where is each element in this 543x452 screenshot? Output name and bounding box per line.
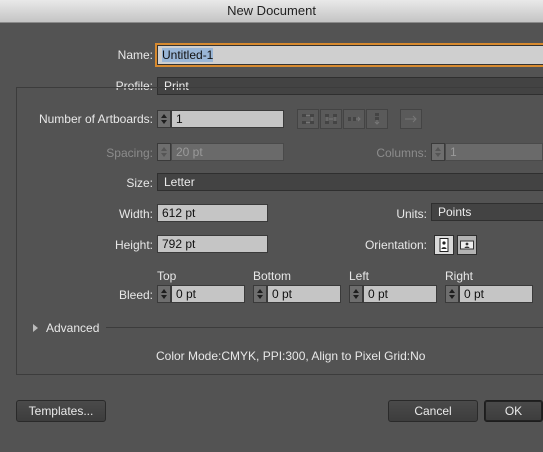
units-label: Units: (396, 207, 427, 221)
bleed-right-stepper[interactable] (445, 285, 459, 303)
name-input[interactable]: Untitled-1 (157, 45, 543, 65)
advanced-disclosure-icon[interactable] (33, 324, 38, 332)
advanced-label[interactable]: Advanced (46, 321, 99, 335)
height-input[interactable]: 792 pt (157, 235, 268, 253)
window-titlebar: New Document (0, 0, 543, 23)
bleed-left-stepper[interactable] (349, 285, 363, 303)
columns-input[interactable]: 1 (445, 143, 543, 161)
artboards-input[interactable]: 1 (171, 110, 284, 128)
width-input[interactable]: 612 pt (157, 204, 268, 222)
portrait-orientation-icon[interactable] (434, 235, 454, 255)
templates-button[interactable]: Templates... (16, 400, 106, 422)
advanced-separator (106, 327, 543, 328)
bleed-left-label: Left (349, 269, 370, 283)
artboards-stepper[interactable] (157, 110, 171, 128)
size-label: Size: (126, 176, 153, 190)
units-dropdown[interactable]: Points (431, 203, 543, 221)
ok-button[interactable]: OK (484, 400, 543, 422)
bleed-right-input[interactable]: 0 pt (459, 285, 533, 303)
bleed-right-label: Right (445, 269, 474, 283)
bleed-bottom-input[interactable]: 0 pt (267, 285, 341, 303)
spacing-input[interactable]: 20 pt (171, 143, 284, 161)
spacing-label: Spacing: (106, 146, 153, 160)
height-label: Height: (114, 238, 153, 252)
spacing-stepper[interactable] (157, 143, 171, 161)
artboards-label: Number of Artboards: (38, 112, 153, 126)
arrange-by-column-icon[interactable] (366, 109, 388, 129)
columns-label: Columns: (376, 146, 427, 160)
document-summary: Color Mode:CMYK, PPI:300, Align to Pixel… (156, 349, 426, 363)
bleed-top-label: Top (157, 269, 177, 283)
bleed-top-input[interactable]: 0 pt (171, 285, 245, 303)
cancel-button[interactable]: Cancel (388, 400, 478, 422)
bleed-left-input[interactable]: 0 pt (363, 285, 437, 303)
landscape-orientation-icon[interactable] (457, 235, 477, 255)
grid-by-row-icon[interactable] (297, 109, 319, 129)
bleed-bottom-label: Bottom (253, 269, 292, 283)
bleed-label: Bleed: (118, 288, 153, 302)
bleed-top-stepper[interactable] (157, 285, 171, 303)
orientation-label: Orientation: (364, 238, 427, 252)
name-label: Name: (117, 48, 153, 62)
columns-stepper[interactable] (431, 143, 445, 161)
grid-by-column-icon[interactable] (320, 109, 342, 129)
change-to-rtl-layout-icon[interactable] (400, 109, 422, 129)
arrange-by-row-icon[interactable] (343, 109, 365, 129)
bleed-bottom-stepper[interactable] (253, 285, 267, 303)
size-dropdown[interactable]: Letter (157, 173, 543, 191)
window-title: New Document (227, 3, 316, 18)
width-label: Width: (118, 207, 153, 221)
name-value: Untitled-1 (162, 48, 214, 62)
